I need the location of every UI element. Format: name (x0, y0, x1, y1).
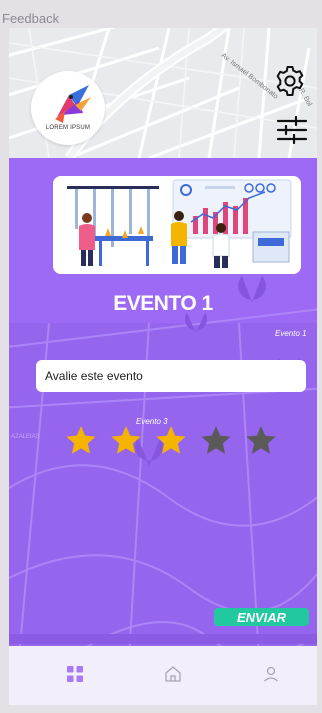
logo-text: LOREM IPSUM (45, 125, 91, 131)
bird-logo-icon (55, 85, 91, 123)
gear-icon[interactable] (274, 65, 306, 97)
rating-comment-input[interactable] (36, 360, 306, 392)
star-icon-5[interactable] (245, 424, 277, 456)
user-icon (264, 666, 278, 682)
star-icon-4[interactable] (200, 424, 232, 456)
nav-item-home[interactable] (162, 663, 184, 685)
star-icon-2[interactable] (110, 424, 142, 456)
map-street-label: AZALEIAS (11, 434, 40, 440)
star-icon-3[interactable] (155, 424, 187, 456)
star-rating[interactable] (65, 424, 277, 456)
logo: LOREM IPSUM (31, 71, 105, 145)
title-bar: Feedback (0, 0, 322, 28)
home-icon (165, 666, 181, 682)
app-frame: Feedback Av. Ismael Bombonato R. Bol Eve… (0, 0, 322, 713)
map-marker-label: Evento 1 (275, 329, 307, 338)
sliders-icon[interactable] (276, 115, 308, 145)
event-title: EVENTO 1 (113, 292, 213, 315)
business-illustration (53, 176, 301, 274)
nav-item-dashboard[interactable] (64, 663, 86, 685)
send-button[interactable]: ENVIAR (214, 608, 309, 626)
window-title: Feedback (2, 11, 60, 26)
panel-divider (9, 634, 317, 644)
bottom-nav (9, 646, 317, 705)
event-banner-image (53, 176, 301, 274)
grid-icon (67, 666, 83, 682)
star-icon-1[interactable] (65, 424, 97, 456)
nav-item-profile[interactable] (260, 663, 282, 685)
phone-screen: Av. Ismael Bombonato R. Bol Evento 1 Eve… (9, 28, 317, 705)
